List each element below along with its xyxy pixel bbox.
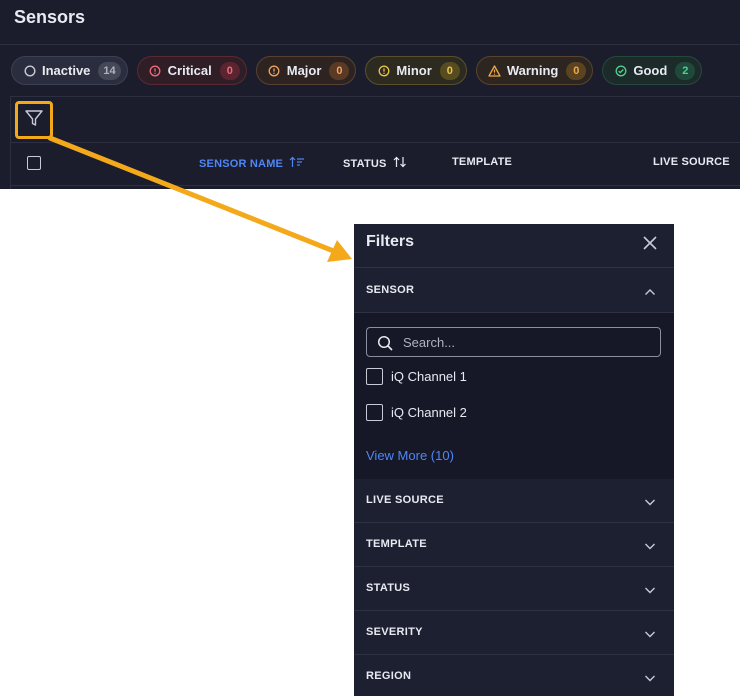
column-header-label: TEMPLATE <box>452 156 513 168</box>
status-chip-good[interactable]: Good 2 <box>602 56 703 85</box>
chip-count: 2 <box>675 61 696 80</box>
divider <box>11 185 740 186</box>
divider <box>0 44 740 45</box>
column-header-label: SENSOR NAME <box>199 157 284 170</box>
status-chip-critical[interactable]: Critical 0 <box>136 56 247 85</box>
filter-section-template[interactable]: TEMPLATE <box>354 523 674 567</box>
section-label: SEVERITY <box>366 626 423 638</box>
column-header-label: STATUS <box>343 157 387 170</box>
warning-triangle-icon <box>488 64 501 77</box>
search-field[interactable] <box>366 327 661 357</box>
checkbox[interactable] <box>366 404 383 421</box>
column-header-live-source[interactable]: LIVE SOURCE <box>653 156 730 168</box>
section-label: STATUS <box>366 582 411 594</box>
circle-icon <box>23 64 36 77</box>
filter-section-region[interactable]: REGION <box>354 655 674 696</box>
page-title: Sensors <box>14 7 86 27</box>
status-chip-warning[interactable]: Warning 0 <box>475 56 594 85</box>
chevron-down-icon <box>644 539 656 551</box>
alert-circle-icon <box>268 64 281 77</box>
sensor-table: SENSOR NAME STATUS TEMPLATE LIVE SOURCE <box>10 96 740 189</box>
alert-circle-icon <box>149 64 162 77</box>
section-label: LIVE SOURCE <box>366 494 444 506</box>
column-header-label: LIVE SOURCE <box>653 156 730 168</box>
chip-count: 0 <box>329 61 350 80</box>
filter-option[interactable]: iQ Channel 2 <box>366 404 467 421</box>
filters-title: Filters <box>366 233 415 250</box>
divider <box>11 142 740 143</box>
checkbox[interactable] <box>366 368 383 385</box>
chevron-down-icon <box>644 671 656 683</box>
search-input[interactable] <box>403 333 653 351</box>
status-chip-bar: Inactive 14 Critical 0 Major 0 Minor 0 W… <box>11 56 703 85</box>
sort-icon <box>387 156 407 171</box>
section-label: REGION <box>366 670 412 682</box>
chip-label: Warning <box>506 63 559 78</box>
section-label: TEMPLATE <box>366 538 427 550</box>
option-label: iQ Channel 2 <box>391 405 467 420</box>
filter-option[interactable]: iQ Channel 1 <box>366 368 467 385</box>
status-chip-major[interactable]: Major 0 <box>255 56 357 85</box>
chevron-down-icon <box>644 627 656 639</box>
chip-label: Inactive <box>42 63 91 78</box>
chevron-down-icon <box>644 583 656 595</box>
chip-count: 0 <box>439 61 460 80</box>
close-icon[interactable] <box>642 235 658 251</box>
option-label: iQ Channel 1 <box>391 369 467 384</box>
chip-count: 0 <box>566 61 587 80</box>
view-more-link[interactable]: View More (10) <box>366 448 454 463</box>
filter-button[interactable] <box>15 101 53 139</box>
chip-label: Critical <box>167 63 212 78</box>
chevron-up-icon <box>644 285 656 297</box>
column-header-template[interactable]: TEMPLATE <box>452 156 512 168</box>
status-chip-inactive[interactable]: Inactive 14 <box>11 56 128 85</box>
funnel-icon <box>24 108 44 133</box>
chip-label: Minor <box>396 63 432 78</box>
filters-panel: Filters SENSOR iQ Channel 1 <box>354 224 674 696</box>
search-icon <box>377 335 393 351</box>
filters-header: Filters <box>354 224 674 268</box>
filter-section-sensor[interactable]: SENSOR <box>354 269 674 313</box>
alert-circle-icon <box>377 64 390 77</box>
chevron-down-icon <box>644 495 656 507</box>
status-chip-minor[interactable]: Minor 0 <box>365 56 467 85</box>
select-all-checkbox[interactable] <box>27 156 41 170</box>
section-label: SENSOR <box>366 284 415 296</box>
filter-section-severity[interactable]: SEVERITY <box>354 611 674 655</box>
chip-count: 0 <box>219 61 240 80</box>
sort-ascending-icon <box>283 156 305 171</box>
check-circle-icon <box>614 64 627 77</box>
column-header-sensor-name[interactable]: SENSOR NAME <box>199 156 305 171</box>
chip-label: Major <box>286 63 322 78</box>
column-header-status[interactable]: STATUS <box>343 156 407 171</box>
sensor-filter-body: iQ Channel 1 iQ Channel 2 View More (10) <box>354 313 674 479</box>
filter-section-live-source[interactable]: LIVE SOURCE <box>354 479 674 523</box>
filter-section-status[interactable]: STATUS <box>354 567 674 611</box>
sensors-page: Sensors Inactive 14 Critical 0 Major 0 M… <box>0 0 740 189</box>
chip-label: Good <box>633 63 668 78</box>
chip-count: 14 <box>98 61 121 80</box>
